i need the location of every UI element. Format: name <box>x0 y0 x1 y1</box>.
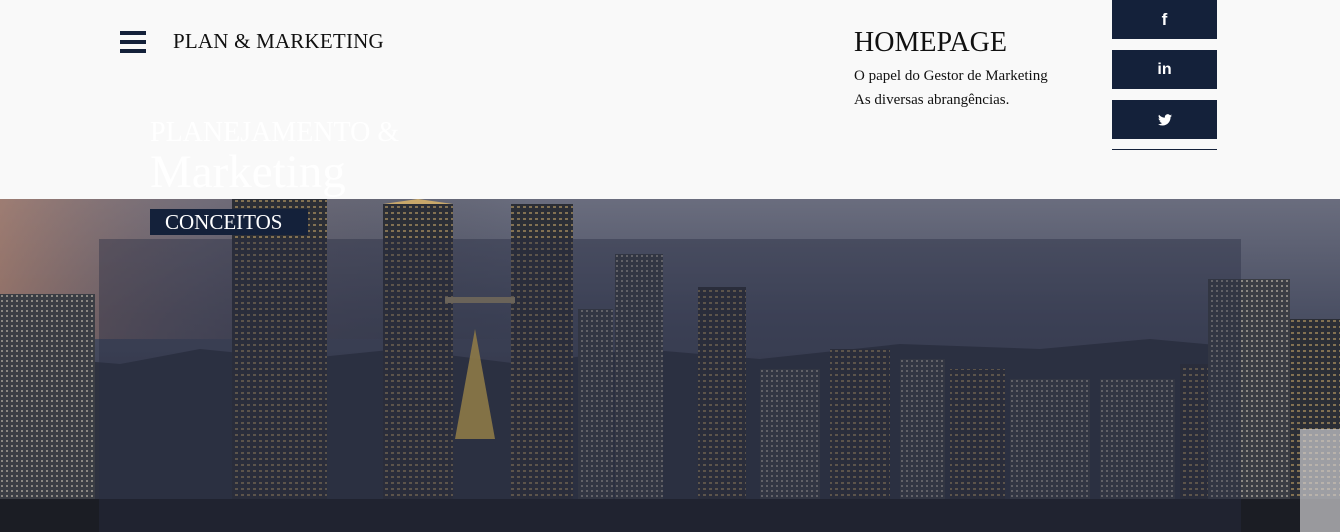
twitter-button[interactable] <box>1112 100 1217 139</box>
facebook-icon: f <box>1161 9 1168 29</box>
hero-overlay <box>99 239 1241 532</box>
social-divider <box>1112 149 1217 150</box>
nav-link-abrangencias[interactable]: As diversas abrangências. <box>854 92 1009 109</box>
linkedin-button[interactable]: in <box>1112 50 1217 89</box>
hero-title-line2: Marketing <box>150 146 346 198</box>
nav-link-gestor-marketing[interactable]: O papel do Gestor de Marketing <box>854 68 1048 85</box>
hamburger-menu-icon[interactable] <box>120 31 146 53</box>
hero-banner <box>0 199 1340 532</box>
facebook-button[interactable]: f <box>1112 0 1217 39</box>
homepage-heading: HOMEPAGE <box>854 27 1007 58</box>
brand-title[interactable]: PLAN & MARKETING <box>173 29 384 54</box>
twitter-icon <box>1157 113 1172 125</box>
linkedin-icon: in <box>1157 60 1172 78</box>
conceitos-button[interactable]: CONCEITOS <box>150 209 308 235</box>
